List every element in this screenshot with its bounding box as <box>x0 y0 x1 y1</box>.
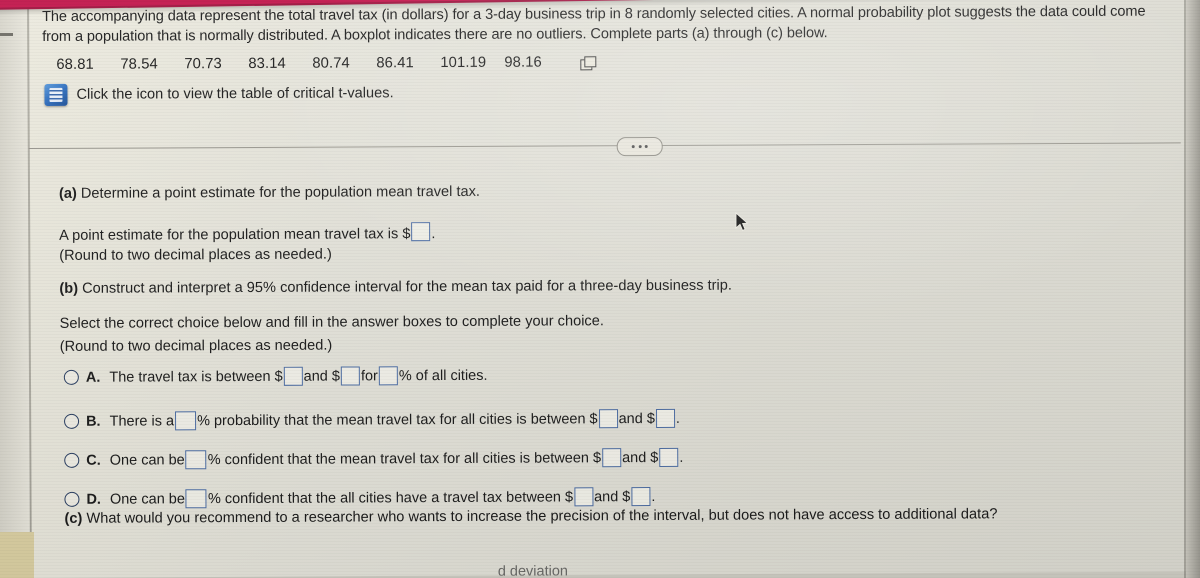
radio-button-d[interactable] <box>64 491 80 507</box>
part-a-answer-input[interactable] <box>411 222 431 242</box>
choice-c-input-1[interactable] <box>185 450 207 470</box>
data-value: 80.74 <box>312 55 350 72</box>
choice-a-seg-3: for <box>360 367 378 384</box>
choice-c-input-3[interactable] <box>659 447 679 467</box>
choice-c-letter: C. <box>86 452 101 469</box>
choice-d[interactable]: D. One can be % confident that the all c… <box>64 487 655 509</box>
part-b-label: (b) <box>59 280 79 297</box>
section-divider <box>28 142 1181 150</box>
bottom-left-tan-corner <box>0 532 34 578</box>
dot <box>638 145 642 149</box>
radio-button-b[interactable] <box>64 413 80 429</box>
dot <box>631 145 635 149</box>
critical-values-link-row[interactable]: Click the icon to view the table of crit… <box>44 82 394 106</box>
problem-prompt: The accompanying data represent the tota… <box>42 3 1146 45</box>
choice-a-input-2[interactable] <box>340 366 360 386</box>
cut-off-bottom-text: d deviation <box>497 563 568 576</box>
part-a-answer-lead: A point estimate for the population mean… <box>59 226 411 244</box>
choice-a-input-3[interactable] <box>378 366 398 386</box>
choice-a-seg-2: and $ <box>303 368 340 385</box>
choice-b-input-1[interactable] <box>174 411 197 431</box>
choice-d-seg-1: One can be <box>109 490 185 508</box>
part-c-text: What would you recommend to a researcher… <box>86 506 998 527</box>
choice-c-seg-3: and $ <box>622 449 659 466</box>
choice-d-seg-2: % confident that the all cities have a t… <box>207 488 574 507</box>
screenshot-root: The accompanying data represent the tota… <box>0 0 1200 578</box>
data-values-row: 68.81 78.54 70.73 83.14 80.74 86.41 101.… <box>56 54 597 73</box>
ellipsis-icon[interactable] <box>616 136 663 157</box>
part-b-heading: (b) Construct and interpret a 95% confid… <box>59 277 732 299</box>
data-value: 83.14 <box>248 55 286 72</box>
choice-b-letter: B. <box>86 413 101 430</box>
part-c-heading: (c) What would you recommend to a resear… <box>64 505 997 529</box>
choice-b-seg-4: . <box>675 410 680 427</box>
choice-a-seg-1: The travel tax is between $ <box>109 368 283 386</box>
part-a-text: Determine a point estimate for the popul… <box>80 183 481 202</box>
dot <box>644 145 648 149</box>
choice-c-seg-4: . <box>679 449 684 466</box>
choice-d-letter: D. <box>86 491 101 508</box>
data-value: 101.19 <box>440 54 487 72</box>
part-a-heading: (a) Determine a point estimate for the p… <box>59 183 480 204</box>
book-icon[interactable] <box>44 83 68 106</box>
choice-c-seg-2: % confident that the mean travel tax for… <box>207 449 602 468</box>
choice-d-seg-3: and $ <box>594 488 631 505</box>
choice-b[interactable]: B. There is a % probability that the mea… <box>64 408 680 431</box>
choice-b-seg-1: There is a <box>109 412 175 430</box>
choice-c[interactable]: C. One can be % confident that the mean … <box>64 447 684 470</box>
data-value: 78.54 <box>120 56 158 73</box>
left-edge-tab-marker <box>0 33 13 36</box>
choice-a-letter: A. <box>85 369 101 386</box>
choice-b-seg-2: % probability that the mean travel tax f… <box>197 410 598 429</box>
choice-c-seg-1: One can be <box>109 451 185 469</box>
data-value: 86.41 <box>376 55 414 72</box>
data-value: 98.16 <box>504 54 542 71</box>
choice-a[interactable]: A. The travel tax is between $ and $ for… <box>63 366 488 387</box>
choice-d-input-1[interactable] <box>185 489 207 509</box>
choice-a-input-1[interactable] <box>283 366 303 386</box>
data-value: 68.81 <box>56 56 94 73</box>
copy-to-spreadsheet-icon[interactable] <box>580 55 597 70</box>
choice-d-input-3[interactable] <box>631 487 651 507</box>
part-a-label: (a) <box>58 185 77 202</box>
part-a-answer-line: A point estimate for the population mean… <box>59 222 436 246</box>
choice-c-input-2[interactable] <box>602 448 622 468</box>
copy-icon-front-sheet <box>584 55 597 67</box>
left-margin-strip <box>0 0 30 578</box>
radio-button-a[interactable] <box>63 369 79 385</box>
critical-values-link-label[interactable]: Click the icon to view the table of crit… <box>76 85 393 103</box>
part-b-rounding-note: (Round to two decimal places as needed.) <box>59 337 333 355</box>
radio-button-c[interactable] <box>64 452 80 468</box>
part-a-rounding-note: (Round to two decimal places as needed.) <box>59 246 332 264</box>
problem-content: The accompanying data represent the tota… <box>28 0 1193 578</box>
choice-b-input-3[interactable] <box>655 408 675 428</box>
choice-b-seg-3: and $ <box>618 410 655 427</box>
part-b-instruction: Select the correct choice below and fill… <box>59 313 604 332</box>
part-a-answer-tail: . <box>431 226 436 243</box>
data-value: 70.73 <box>184 56 222 73</box>
choice-b-input-2[interactable] <box>598 409 618 429</box>
part-b-text: Construct and interpret a 95% confidence… <box>82 277 732 297</box>
choice-d-seg-4: . <box>651 488 656 505</box>
choice-d-input-2[interactable] <box>574 487 594 507</box>
choice-a-seg-4: % of all cities. <box>398 367 488 384</box>
part-c-label: (c) <box>64 510 83 527</box>
